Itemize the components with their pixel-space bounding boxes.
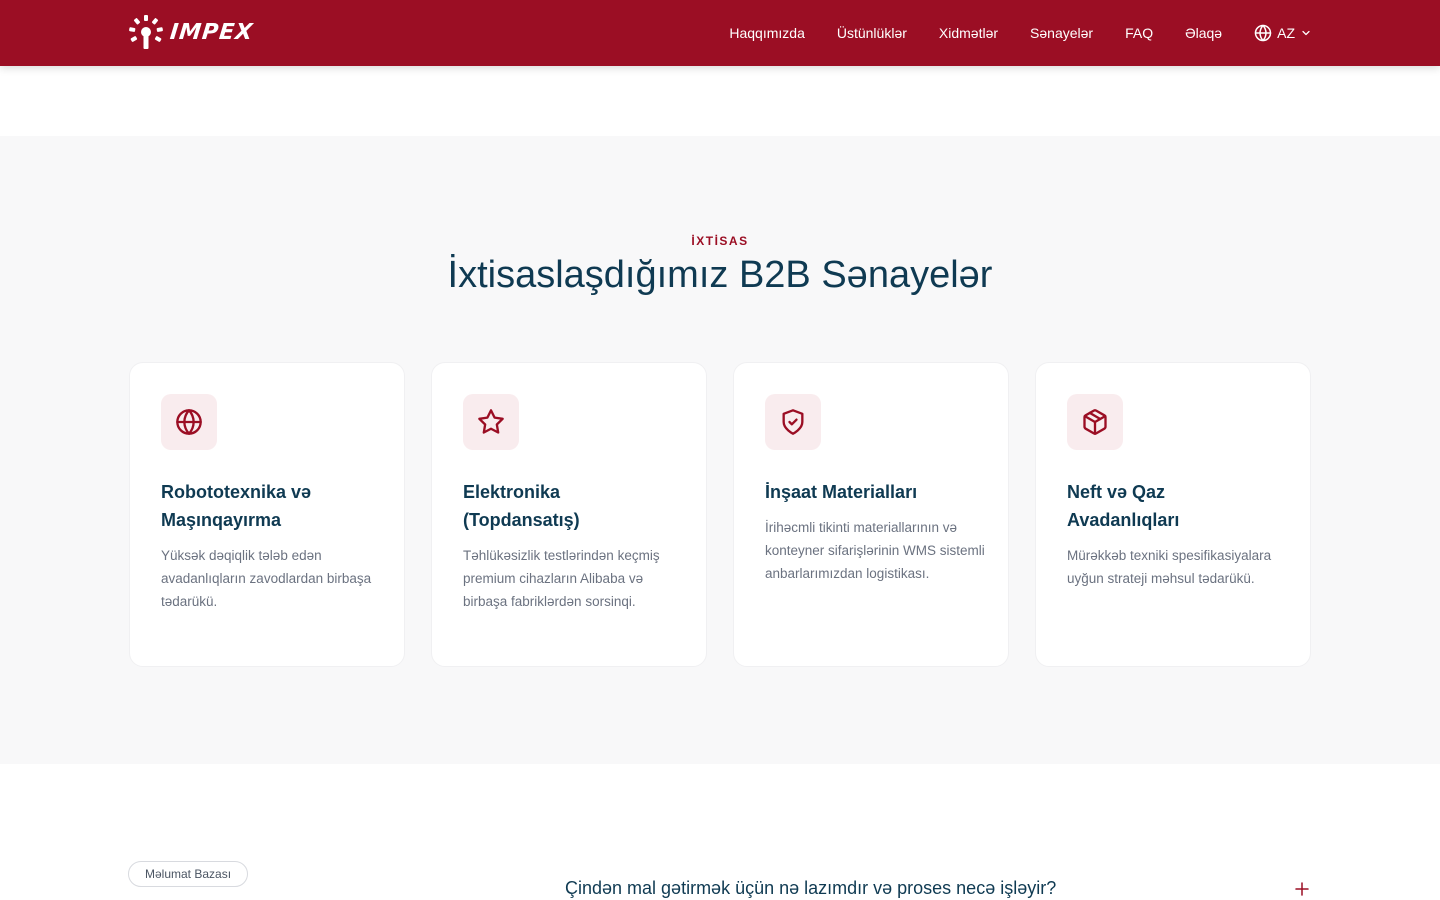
brand-logo[interactable]: IMPEX	[128, 14, 255, 50]
nav-item-industries[interactable]: Sənayelər	[1030, 25, 1093, 41]
plus-icon	[1295, 882, 1309, 896]
industry-card-construction: İnşaat Materialları İrihəcmli tikinti ma…	[733, 362, 1009, 667]
card-title: Robototexnika və Maşınqayırma	[161, 482, 312, 530]
expand-plus-icon[interactable]	[1292, 878, 1312, 900]
card-title: İnşaat Materialları	[765, 482, 918, 502]
section-title: İxtisaslaşdığımız B2B Sənayelər	[447, 254, 993, 296]
card-description: Təhlükəsizlik testlərindən keçmiş premiu…	[463, 548, 660, 609]
logo-icon	[129, 15, 163, 49]
card-description: İrihəcmli tikinti materiallarının və kon…	[765, 520, 985, 581]
nav-item-advantages[interactable]: Üstünlüklər	[837, 25, 907, 41]
nav-item-services[interactable]: Xidmətlər	[939, 25, 998, 41]
industry-card-oil-gas: Neft və Qaz Avadanlıqları Mürəkkəb texni…	[1035, 362, 1311, 667]
knowledge-base-badge: Məlumat Bazası	[128, 861, 249, 887]
section-eyebrow: İXTİSAS	[691, 234, 749, 248]
card-title: Elektronika (Topdansatış)	[463, 482, 580, 530]
shield-check-icon	[782, 409, 804, 435]
industry-card-robotics: Robototexnika və Maşınqayırma Yüksək dəq…	[129, 362, 405, 667]
card-title: Neft və Qaz Avadanlıqları	[1067, 482, 1180, 530]
language-selector[interactable]: AZ	[1254, 24, 1312, 42]
card-icon-box	[1067, 394, 1123, 450]
card-description: Mürəkkəb texniki spesifikasiyalara uyğun…	[1067, 548, 1272, 586]
industry-cards: Robototexnika və Maşınqayırma Yüksək dəq…	[129, 362, 1311, 667]
industry-card-electronics: Elektronika (Topdansatış) Təhlükəsizlik …	[431, 362, 707, 667]
chevron-down-icon	[1302, 30, 1310, 36]
card-icon-box	[765, 394, 821, 450]
language-label: AZ	[1277, 25, 1295, 41]
faq-question[interactable]: Çindən mal gətirmək üçün nə lazımdır və …	[565, 878, 1056, 899]
nav-item-contact[interactable]: Əlaqə	[1185, 25, 1222, 41]
globe-icon	[1254, 24, 1272, 42]
site-header: IMPEX Haqqımızda Üstünlüklər Xidmətlər S…	[0, 0, 1440, 66]
globe-icon	[176, 409, 202, 435]
nav-item-faq[interactable]: FAQ	[1125, 25, 1153, 41]
main-nav: Haqqımızda Üstünlüklər Xidmətlər Sənayel…	[729, 0, 1312, 66]
brand-name: IMPEX	[168, 19, 255, 45]
card-description: Yüksək dəqiqlik tələb edən avadanlıqları…	[161, 548, 372, 609]
box-icon	[1083, 409, 1107, 435]
card-icon-box	[161, 394, 217, 450]
star-icon	[478, 409, 504, 434]
card-icon-box	[463, 394, 519, 450]
nav-item-about[interactable]: Haqqımızda	[729, 25, 804, 41]
industries-section: İXTİSAS İxtisaslaşdığımız B2B Sənayelər …	[0, 136, 1440, 764]
